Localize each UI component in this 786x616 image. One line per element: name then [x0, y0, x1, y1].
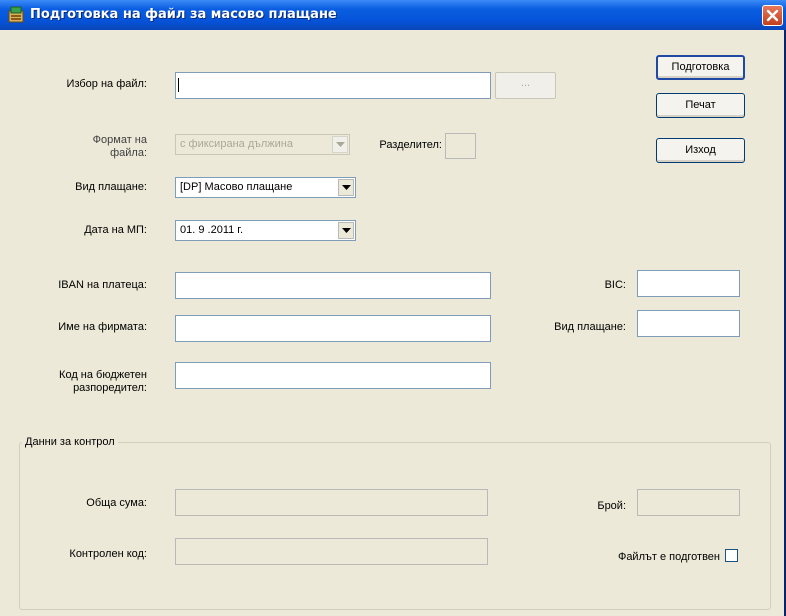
window-title: Подготовка на файл за масово плащане	[30, 7, 337, 22]
payment-kind-input[interactable]	[637, 310, 740, 337]
app-icon	[8, 6, 24, 23]
payment-kind-label: Вид плащане:	[554, 321, 626, 333]
file-path-input[interactable]	[175, 72, 491, 99]
file-format-label-line2: файла:	[110, 147, 147, 159]
control-data-title: Данни за контрол	[22, 436, 118, 448]
payment-type-select[interactable]: [DP] Масово плащане	[175, 177, 356, 198]
file-ready-checkbox[interactable]	[725, 549, 738, 562]
count-input	[637, 489, 740, 516]
browse-button[interactable]: ...	[495, 72, 556, 99]
budget-code-label-line1: Код на бюджетен	[59, 369, 147, 381]
separator-input	[445, 133, 476, 159]
budget-code-label-line2: разпоредител:	[73, 382, 147, 394]
control-data-group	[19, 442, 771, 610]
chevron-down-icon[interactable]	[338, 222, 354, 239]
title-bar[interactable]: Подготовка на файл за масово плащане	[0, 0, 786, 30]
file-select-label: Избор на файл:	[66, 78, 147, 90]
payment-type-label: Вид плащане:	[75, 181, 147, 193]
close-icon	[766, 9, 779, 22]
chevron-down-icon[interactable]	[338, 179, 354, 196]
close-button[interactable]	[762, 5, 783, 26]
print-button[interactable]: Печат	[656, 93, 745, 118]
bic-label: BIC:	[604, 279, 626, 291]
text-caret	[178, 78, 179, 92]
budget-code-input[interactable]	[175, 362, 491, 389]
iban-input[interactable]	[175, 272, 491, 299]
prepare-button[interactable]: Подготовка	[656, 55, 745, 80]
total-sum-label: Обща сума:	[86, 497, 147, 509]
iban-label: IBAN на платеца:	[58, 279, 147, 291]
control-code-label: Контролен код:	[69, 548, 147, 560]
exit-button[interactable]: Изход	[656, 138, 745, 163]
company-name-label: Име на фирмата:	[58, 321, 147, 333]
bic-input[interactable]	[637, 270, 740, 297]
dialog-content: Избор на файл: ... Формат на файла: с фи…	[0, 30, 784, 616]
dialog-window: Подготовка на файл за масово плащане Изб…	[0, 0, 786, 616]
control-code-input	[175, 538, 488, 565]
file-format-label-line1: Формат на	[92, 134, 147, 146]
count-label: Брой:	[597, 500, 626, 512]
file-ready-label: Файлът е подготвен	[617, 551, 720, 563]
date-picker[interactable]: 01. 9 .2011 г.	[175, 220, 356, 241]
file-format-select: с фиксирана дължина	[175, 134, 350, 155]
date-label: Дата на МП:	[84, 224, 147, 236]
chevron-down-icon	[332, 136, 348, 153]
company-name-input[interactable]	[175, 315, 491, 342]
separator-label: Разделител:	[379, 139, 442, 151]
total-sum-input	[175, 489, 488, 516]
